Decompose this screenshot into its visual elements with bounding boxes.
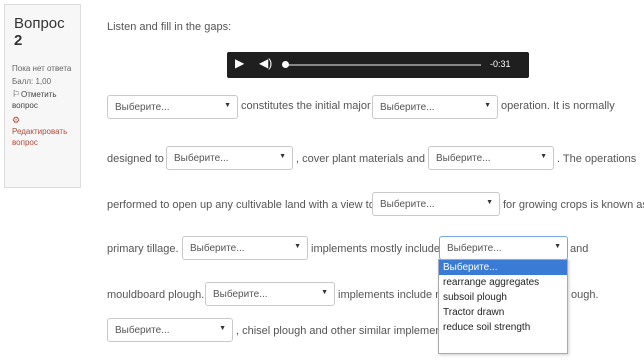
gap-select-7-options: Выберите... rearrange aggregates subsoil…	[438, 259, 568, 354]
flag-icon: ⚐	[12, 89, 21, 99]
sentence-text: . The operations	[557, 153, 637, 165]
chevron-down-icon: ▼	[540, 153, 547, 160]
sentence-text: implements mostly include	[311, 243, 440, 255]
chevron-down-icon: ▼	[294, 243, 301, 250]
sentence-text: mouldboard plough.	[107, 289, 205, 301]
sentence-text: and	[570, 243, 589, 255]
sentence-text: primary tillage.	[107, 243, 179, 255]
question-number: Вопрос 2	[14, 15, 65, 49]
flag-question-link[interactable]: ⚐Отметить вопрос	[12, 89, 76, 111]
dropdown-option[interactable]: subsoil plough	[439, 290, 567, 305]
chevron-down-icon: ▼	[219, 325, 226, 332]
sentence-text: designed to	[107, 153, 164, 165]
dropdown-option[interactable]: rearrange aggregates	[439, 275, 567, 290]
audio-progress-knob[interactable]	[282, 61, 289, 68]
gear-icon: ⚙	[12, 115, 21, 125]
dropdown-option[interactable]: reduce soil strength	[439, 320, 567, 335]
chevron-down-icon: ▼	[484, 102, 491, 109]
gap-select-9[interactable]: Выберите... ▼	[107, 318, 233, 342]
gap-select-7[interactable]: Выберите... ▼	[439, 236, 568, 260]
sentence-text: , cover plant materials and	[296, 153, 426, 165]
sentence-text: for growing crops is known as	[503, 199, 644, 211]
sentence-text: constitutes the initial major	[241, 100, 371, 112]
gap-select-8[interactable]: Выберите... ▼	[205, 282, 335, 306]
gap-select-1[interactable]: Выберите... ▼	[107, 95, 238, 119]
gap-select-4[interactable]: Выберите... ▼	[428, 146, 554, 170]
chevron-down-icon: ▼	[486, 199, 493, 206]
question-info-panel: Вопрос 2 Пока нет ответа Балл: 1,00 ⚐Отм…	[4, 4, 81, 188]
sentence-text: ough.	[571, 289, 599, 301]
gap-select-5[interactable]: Выберите... ▼	[372, 192, 500, 216]
audio-player: ▶ ◀) -0:31	[227, 52, 529, 78]
dropdown-option[interactable]: Tractor drawn	[439, 305, 567, 320]
dropdown-option[interactable]: Выберите...	[439, 260, 567, 275]
sentence-text: operation. It is normally	[501, 100, 615, 112]
question-prompt: Listen and fill in the gaps:	[107, 21, 232, 33]
chevron-down-icon: ▼	[321, 289, 328, 296]
play-icon[interactable]: ▶	[235, 56, 244, 70]
gap-select-6[interactable]: Выберите... ▼	[182, 236, 308, 260]
sentence-text: performed to open up any cultivable land…	[107, 199, 375, 211]
question-state: Пока нет ответа	[12, 64, 72, 73]
audio-progress-track[interactable]	[285, 64, 481, 66]
question-grade: Балл: 1,00	[12, 77, 52, 86]
chevron-down-icon: ▼	[224, 102, 231, 109]
gap-select-2[interactable]: Выберите... ▼	[372, 95, 498, 119]
edit-question-link[interactable]: ⚙Редактировать вопрос	[12, 115, 76, 148]
chevron-down-icon: ▼	[279, 153, 286, 160]
chevron-down-icon: ▼	[554, 243, 561, 250]
sentence-text: implements include m	[338, 289, 445, 301]
audio-time: -0:31	[490, 59, 511, 69]
sentence-text: , chisel plough and other similar implem…	[236, 325, 442, 337]
gap-select-3[interactable]: Выберите... ▼	[166, 146, 293, 170]
volume-icon[interactable]: ◀)	[259, 56, 272, 70]
